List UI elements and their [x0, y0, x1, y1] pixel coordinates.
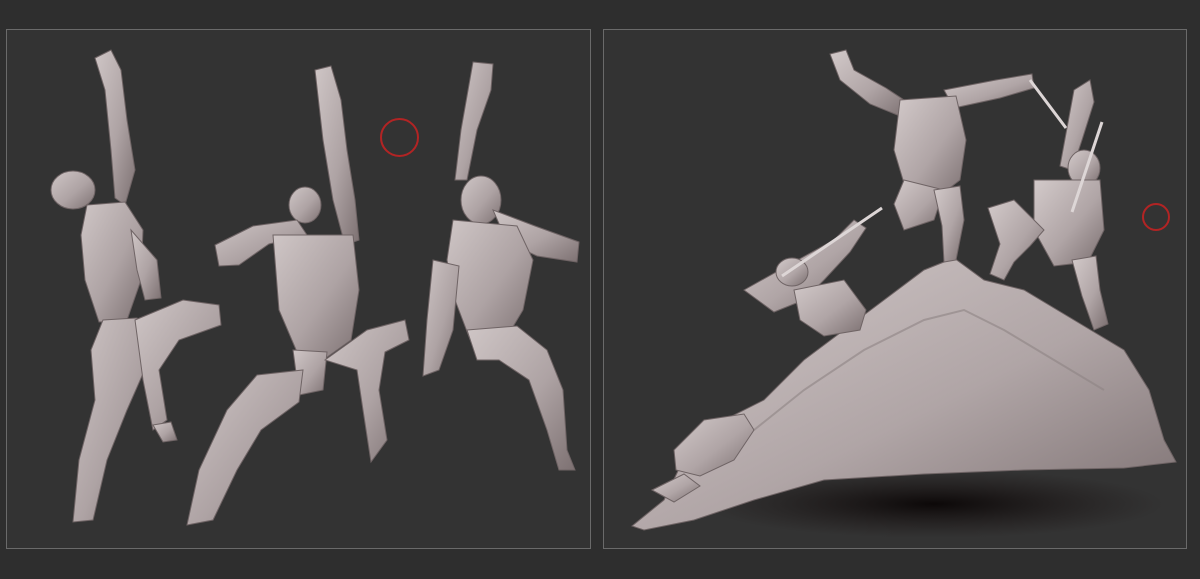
brush-circle-icon: [1142, 203, 1170, 231]
right-sculpt-scene: [630, 49, 1177, 538]
left-viewport[interactable]: [6, 29, 591, 549]
sculpt-figure-archer: [743, 206, 883, 337]
left-sculpt-scene: [50, 49, 580, 526]
sculpt-figure-2: [186, 65, 410, 526]
sculpt-figure-1: [50, 49, 222, 523]
sculpt-figure-3: [422, 61, 580, 471]
right-viewport[interactable]: [603, 29, 1187, 549]
brush-circle-icon: [380, 118, 419, 157]
workspace: [0, 0, 1200, 579]
